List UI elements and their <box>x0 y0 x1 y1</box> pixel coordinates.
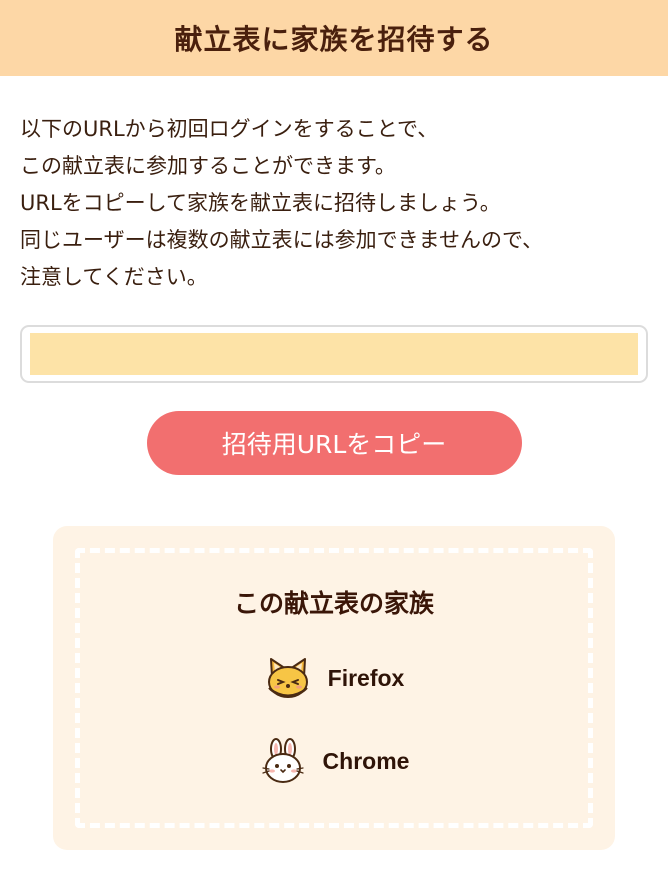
invite-url-field <box>20 325 648 383</box>
description-line: 同じユーザーは複数の献立表には参加できませんので、 <box>20 228 544 252</box>
member-name: Firefox <box>327 664 405 691</box>
member-name: Chrome <box>322 747 410 774</box>
copy-button-container: 招待用URLをコピー <box>0 411 668 475</box>
family-title: この献立表の家族 <box>233 589 434 618</box>
description-line: URLをコピーして家族を献立表に招待しましょう。 <box>20 191 501 215</box>
invite-url-input[interactable] <box>30 333 638 375</box>
page-header: 献立表に家族を招待する <box>0 0 668 76</box>
fox-icon <box>267 658 308 698</box>
page-title: 献立表に家族を招待する <box>174 23 494 56</box>
copy-invite-url-button[interactable]: 招待用URLをコピー <box>146 411 522 475</box>
description-line: 注意してください。 <box>20 265 208 289</box>
description-line: この献立表に参加することができます。 <box>20 154 396 178</box>
description-line: 以下のURLから初回ログインをすることで、 <box>20 117 439 141</box>
rabbit-icon <box>261 738 304 783</box>
family-member: Chrome <box>53 738 615 784</box>
invite-description: 以下のURLから初回ログインをすることで、 この献立表に参加することができます。… <box>20 111 648 296</box>
family-member: Firefox <box>53 655 615 701</box>
family-card: この献立表の家族 Firefox Chrome <box>53 526 615 850</box>
